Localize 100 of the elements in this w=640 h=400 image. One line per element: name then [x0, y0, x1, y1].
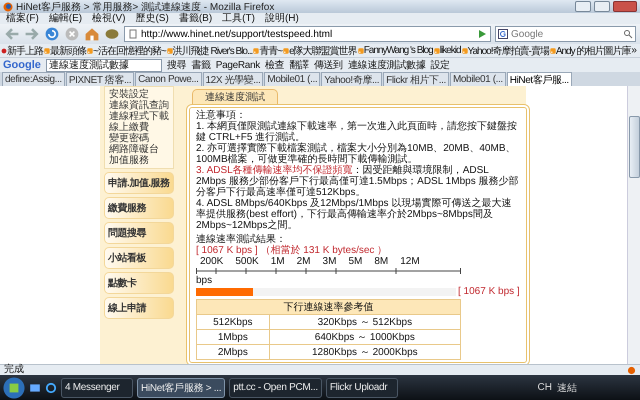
- search-field[interactable]: Google: [511, 28, 620, 40]
- sidebar-button[interactable]: 問題搜尋: [104, 222, 174, 244]
- browser-tab[interactable]: HiNet客戶服...: [506, 72, 572, 86]
- toolbar-logo: Google: [3, 59, 41, 71]
- menu-item[interactable]: 編輯(E): [48, 13, 82, 24]
- browser-tab[interactable]: Yahoo!奇摩...: [321, 72, 382, 86]
- bookmark-link[interactable]: FannyWang 's Blog: [364, 45, 433, 56]
- scale-tick: 8M: [374, 256, 388, 267]
- browser-tab[interactable]: Mobile01 (...: [450, 72, 506, 86]
- more-bookmarks-button[interactable]: »: [631, 45, 636, 56]
- sidebar-link[interactable]: 線上繳費: [109, 122, 169, 133]
- scale-tick: 3M: [322, 256, 336, 267]
- search-box[interactable]: Google: [495, 26, 636, 42]
- address-field[interactable]: http://www.hinet.net/support/testspeed.html: [141, 28, 474, 40]
- browser-tab[interactable]: Flickr 相片下...: [383, 72, 449, 86]
- tray-text[interactable]: 速結: [557, 380, 577, 394]
- scale-unit: bps: [196, 275, 214, 286]
- taskbar-button[interactable]: Flickr Uploadr: [326, 378, 398, 398]
- sidebar-link[interactable]: 安裝設定: [109, 89, 169, 100]
- status-text: 完成: [4, 365, 24, 375]
- forward-icon[interactable]: [24, 26, 40, 42]
- search-engine-icon[interactable]: [498, 29, 508, 39]
- result-label: 連線速率測試結果：: [196, 234, 286, 245]
- rss-icon: [253, 48, 260, 54]
- scale-tick: 200K: [200, 256, 224, 267]
- bookmark-link[interactable]: 新手上路: [7, 44, 43, 57]
- bookmark-link[interactable]: Andy 的相片圖片庫: [556, 44, 630, 57]
- menu-item[interactable]: 歷史(S): [135, 13, 169, 24]
- rss-icon: [87, 48, 93, 54]
- search-icon[interactable]: [623, 29, 633, 39]
- home-icon[interactable]: [84, 26, 100, 42]
- go-icon[interactable]: [477, 29, 487, 39]
- browser-tab[interactable]: Mobile01 (...: [264, 72, 320, 86]
- rss-icon: [358, 48, 364, 54]
- sidebar-link[interactable]: 加值服務: [109, 155, 169, 166]
- browser-tab[interactable]: Canon Powe...: [135, 72, 202, 86]
- menu-item[interactable]: 工具(T): [222, 13, 255, 24]
- bookmark-link[interactable]: likekid: [440, 45, 461, 56]
- back-icon[interactable]: [4, 26, 20, 42]
- sidebar-button[interactable]: 申請.加值.服務: [104, 172, 174, 194]
- bookmark-link[interactable]: 最新頭條: [50, 44, 86, 57]
- scrollbar[interactable]: [627, 86, 640, 364]
- menu-item[interactable]: 說明(H): [264, 13, 299, 24]
- browser-tab[interactable]: define:Assig...: [2, 72, 65, 86]
- sidebar-link[interactable]: 連線程式下載: [109, 111, 169, 122]
- sidebar-button[interactable]: 線上申請: [104, 297, 174, 319]
- close-button[interactable]: [613, 1, 637, 12]
- sidebar-button[interactable]: 點數卡: [104, 272, 174, 294]
- scale-tick: 500K: [235, 256, 259, 267]
- rss-icon: [166, 48, 173, 54]
- toolbar-button[interactable]: 連線速度測試數據: [348, 58, 426, 72]
- scale-tick: 12M: [400, 256, 420, 267]
- window-title: HiNet客戶服務 > 常用服務> 測試連線速度 - Mozilla Firefox: [16, 0, 276, 12]
- stop-icon[interactable]: [64, 26, 80, 42]
- taskbar-button[interactable]: HiNet客戶服務 > ...: [137, 378, 226, 398]
- menu-item[interactable]: 檔案(F): [6, 13, 39, 24]
- start-button[interactable]: [3, 376, 25, 398]
- sidebar-button[interactable]: 小站看板: [104, 247, 174, 269]
- address-bar[interactable]: http://www.hinet.net/support/testspeed.html: [124, 26, 491, 42]
- scale-tick: 1M: [270, 256, 285, 267]
- scale-tick: 5M: [348, 256, 362, 267]
- toolbar-button[interactable]: PageRank: [216, 60, 260, 70]
- toolbar-button[interactable]: 傳送到: [314, 58, 343, 72]
- browser-tab[interactable]: PIXNET 痞客...: [66, 72, 134, 86]
- sidebar-link[interactable]: 網路障礙台: [109, 144, 169, 155]
- table-cell: 2Mbps: [196, 344, 270, 360]
- table-title: 下行連線速率參考值: [196, 300, 460, 314]
- sidebar-link[interactable]: 連線資訊查詢: [109, 100, 169, 111]
- rss-icon: [462, 48, 468, 54]
- tray-text[interactable]: CH: [538, 382, 552, 393]
- minimize-button[interactable]: [575, 1, 591, 12]
- toolbar-button[interactable]: 檢查: [265, 58, 284, 72]
- browser-tab[interactable]: 12X 光學變...: [202, 72, 264, 86]
- sidebar-button[interactable]: 繳費服務: [104, 197, 174, 219]
- bookmark-link[interactable]: e隊大聯盟賞世界: [289, 44, 357, 57]
- bookmark-link[interactable]: Yahoo!奇摩拍賣-賣場: [468, 44, 549, 57]
- toolbar-button[interactable]: 書籤: [191, 58, 211, 72]
- table-cell: 1Mbps: [196, 330, 270, 344]
- table-cell: 1280Kbps ～ 2000Kbps: [269, 344, 460, 360]
- firefox-icon: [627, 366, 636, 374]
- menu-item[interactable]: 書籤(B): [178, 13, 212, 24]
- ie-icon[interactable]: [45, 382, 57, 394]
- toolbar-button[interactable]: 翻譯: [289, 58, 309, 72]
- sidebar-link[interactable]: 變更密碼: [109, 133, 169, 144]
- bookmark-link[interactable]: 洪川飛捷 River's Blo...: [172, 44, 252, 57]
- scale-tick: 2M: [296, 256, 311, 267]
- taskbar-button[interactable]: 4 Messenger: [61, 378, 133, 398]
- toolbar-search-field[interactable]: 連線速度測試數據: [46, 58, 162, 72]
- page-icon: [128, 29, 138, 39]
- taskbar-button[interactable]: ptt.cc - Open PCM...: [229, 378, 322, 398]
- desktop-icon[interactable]: [29, 382, 41, 394]
- reload-icon[interactable]: [44, 26, 60, 42]
- bookmark-link[interactable]: 青青~: [259, 44, 282, 57]
- maximize-button[interactable]: [594, 1, 610, 12]
- toolbar-button[interactable]: 搜尋: [166, 58, 186, 72]
- bookmark-link[interactable]: ~活在回憶裡的豬~: [93, 44, 166, 57]
- toolbar-button[interactable]: 設定: [430, 58, 450, 72]
- help-icon: [1, 48, 7, 54]
- panel-title: 連線速度測試: [192, 89, 278, 104]
- menu-item[interactable]: 檢視(V): [92, 13, 126, 24]
